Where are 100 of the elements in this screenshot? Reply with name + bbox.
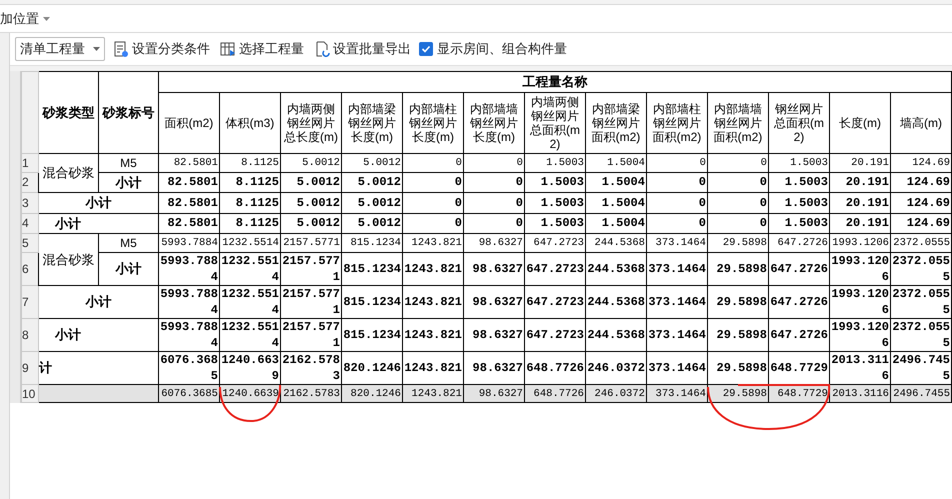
table-cell: 8.1125 [219,153,280,172]
column-header: 体积(m3) [219,92,280,153]
table-cell: 815.1234 [341,318,402,352]
column-header: 内墙两侧钢丝网片总长度(m) [280,92,342,153]
table-cell: 1.5004 [585,192,646,213]
table-cell: 815.1234 [341,234,402,252]
table-cell: 2372.0555 [890,318,952,352]
table-cell: 小计 [38,192,158,213]
table-cell: 124.69 [890,153,952,172]
table-cell: 0 [707,192,768,213]
row-number: 9 [21,352,38,384]
table-cell: 1993.1206 [829,234,890,252]
table-cell: 647.2726 [768,318,830,352]
table-cell: 244.5368 [585,234,646,252]
table-cell: 82.5801 [158,192,220,213]
table-cell: 0 [646,192,708,213]
table-cell: 0 [402,213,464,234]
table-cell: 6076.3685 [158,384,220,402]
table-cell: 647.2723 [524,234,586,252]
table-cell: 0 [707,172,768,192]
table-cell: 0 [646,172,708,192]
show-rooms-checkbox[interactable]: 显示房间、组合构件量 [419,39,567,59]
column-header: 面积(m2) [158,92,220,153]
table-cell: 98.6327 [463,234,524,252]
table-cell: 1.5003 [524,192,586,213]
row-number: 1 [21,153,38,172]
table-cell: 1.5003 [524,153,586,172]
table-cell: 1993.1206 [829,318,890,352]
toolbar-button[interactable]: 设置分类条件 [111,39,212,59]
table-cell: 647.2723 [524,286,586,318]
table-cell: 1243.821 [402,234,464,252]
table-cell: 1243.821 [402,252,464,286]
table-cell: 373.1464 [646,252,708,286]
table-cell: 1.5003 [768,213,830,234]
table-cell: 5.0012 [341,213,402,234]
table-cell: 124.69 [890,172,952,192]
table-cell: 0 [707,153,768,172]
table-cell: 29.5898 [707,252,768,286]
column-header: 内部墙柱钢丝网片面积(m2) [646,92,708,153]
table-cell: 98.6327 [463,286,524,318]
row-number: 8 [21,318,38,352]
table-cell: 2013.3116 [829,384,890,402]
table-cell: 0 [646,153,708,172]
table-cell: 0 [402,172,464,192]
toolbar-button[interactable]: 设置批量导出 [312,39,413,59]
menu-label[interactable]: 加位置 [0,8,43,28]
table-cell: 1.5003 [524,213,586,234]
table-cell: 2157.5771 [280,234,342,252]
column-header: 内部墙墙钢丝网片面积(m2) [707,92,768,153]
table-cell: 0 [402,153,464,172]
table-cell: 0 [707,213,768,234]
table-cell: 1243.821 [402,318,464,352]
row-number: 10 [21,384,38,402]
table-cell: 5.0012 [280,213,342,234]
table-cell: M5 [98,234,158,252]
table-cell: 244.5368 [585,252,646,286]
table-cell: 8.1125 [219,213,280,234]
table-cell: 5.0012 [280,192,342,213]
table-cell: 82.5801 [158,172,220,192]
quantity-dropdown[interactable]: 清单工程量 [15,37,105,61]
table-cell: 647.2723 [524,252,586,286]
table-cell: 124.69 [890,213,952,234]
table-cell: 5993.7884 [158,234,220,252]
table-cell: 5.0012 [341,153,402,172]
toolbar-button[interactable]: 选择工程量 [218,39,306,59]
table-cell: 2157.5771 [280,252,342,286]
table-cell: 373.1464 [646,286,708,318]
table-cell: 647.2726 [768,252,830,286]
column-header: 砂浆类型 [38,72,98,153]
table-cell: 小计 [38,318,158,352]
table-cell: 1232.5514 [219,286,280,318]
column-header: 内部墙梁钢丝网片面积(m2) [585,92,646,153]
table-cell: 2162.5783 [280,384,342,402]
table-cell: 2157.5771 [280,318,342,352]
table-cell: 647.2723 [524,318,586,352]
table-cell: 5.0012 [280,153,342,172]
table-cell: 244.5368 [585,318,646,352]
table-cell: 20.191 [829,192,890,213]
table-cell: M5 [98,153,158,172]
table-cell: 2157.5771 [280,286,342,318]
table-cell: 29.5898 [707,286,768,318]
table-cell: 98.6327 [463,384,524,402]
table-cell: 1232.5514 [219,252,280,286]
table-cell: 647.2726 [768,234,830,252]
table-cell: 2496.7455 [890,384,952,402]
table-cell: 1243.821 [402,384,464,402]
table-cell: 1.5003 [768,192,830,213]
table-cell: 98.6327 [463,252,524,286]
table-cell: 244.5368 [585,286,646,318]
table-cell: 1.5003 [768,153,830,172]
column-header: 内部墙梁钢丝网片长度(m) [341,92,402,153]
table-cell: 647.2726 [768,286,830,318]
table-cell: 373.1464 [646,234,708,252]
table-cell: 1.5004 [585,153,646,172]
table-cell: 小计 [38,213,158,234]
table-cell: 20.191 [829,213,890,234]
table-cell: 5993.7884 [158,318,220,352]
table-cell: 5993.7884 [158,252,220,286]
table-cell: 1232.5514 [219,234,280,252]
table-cell: 815.1234 [341,286,402,318]
